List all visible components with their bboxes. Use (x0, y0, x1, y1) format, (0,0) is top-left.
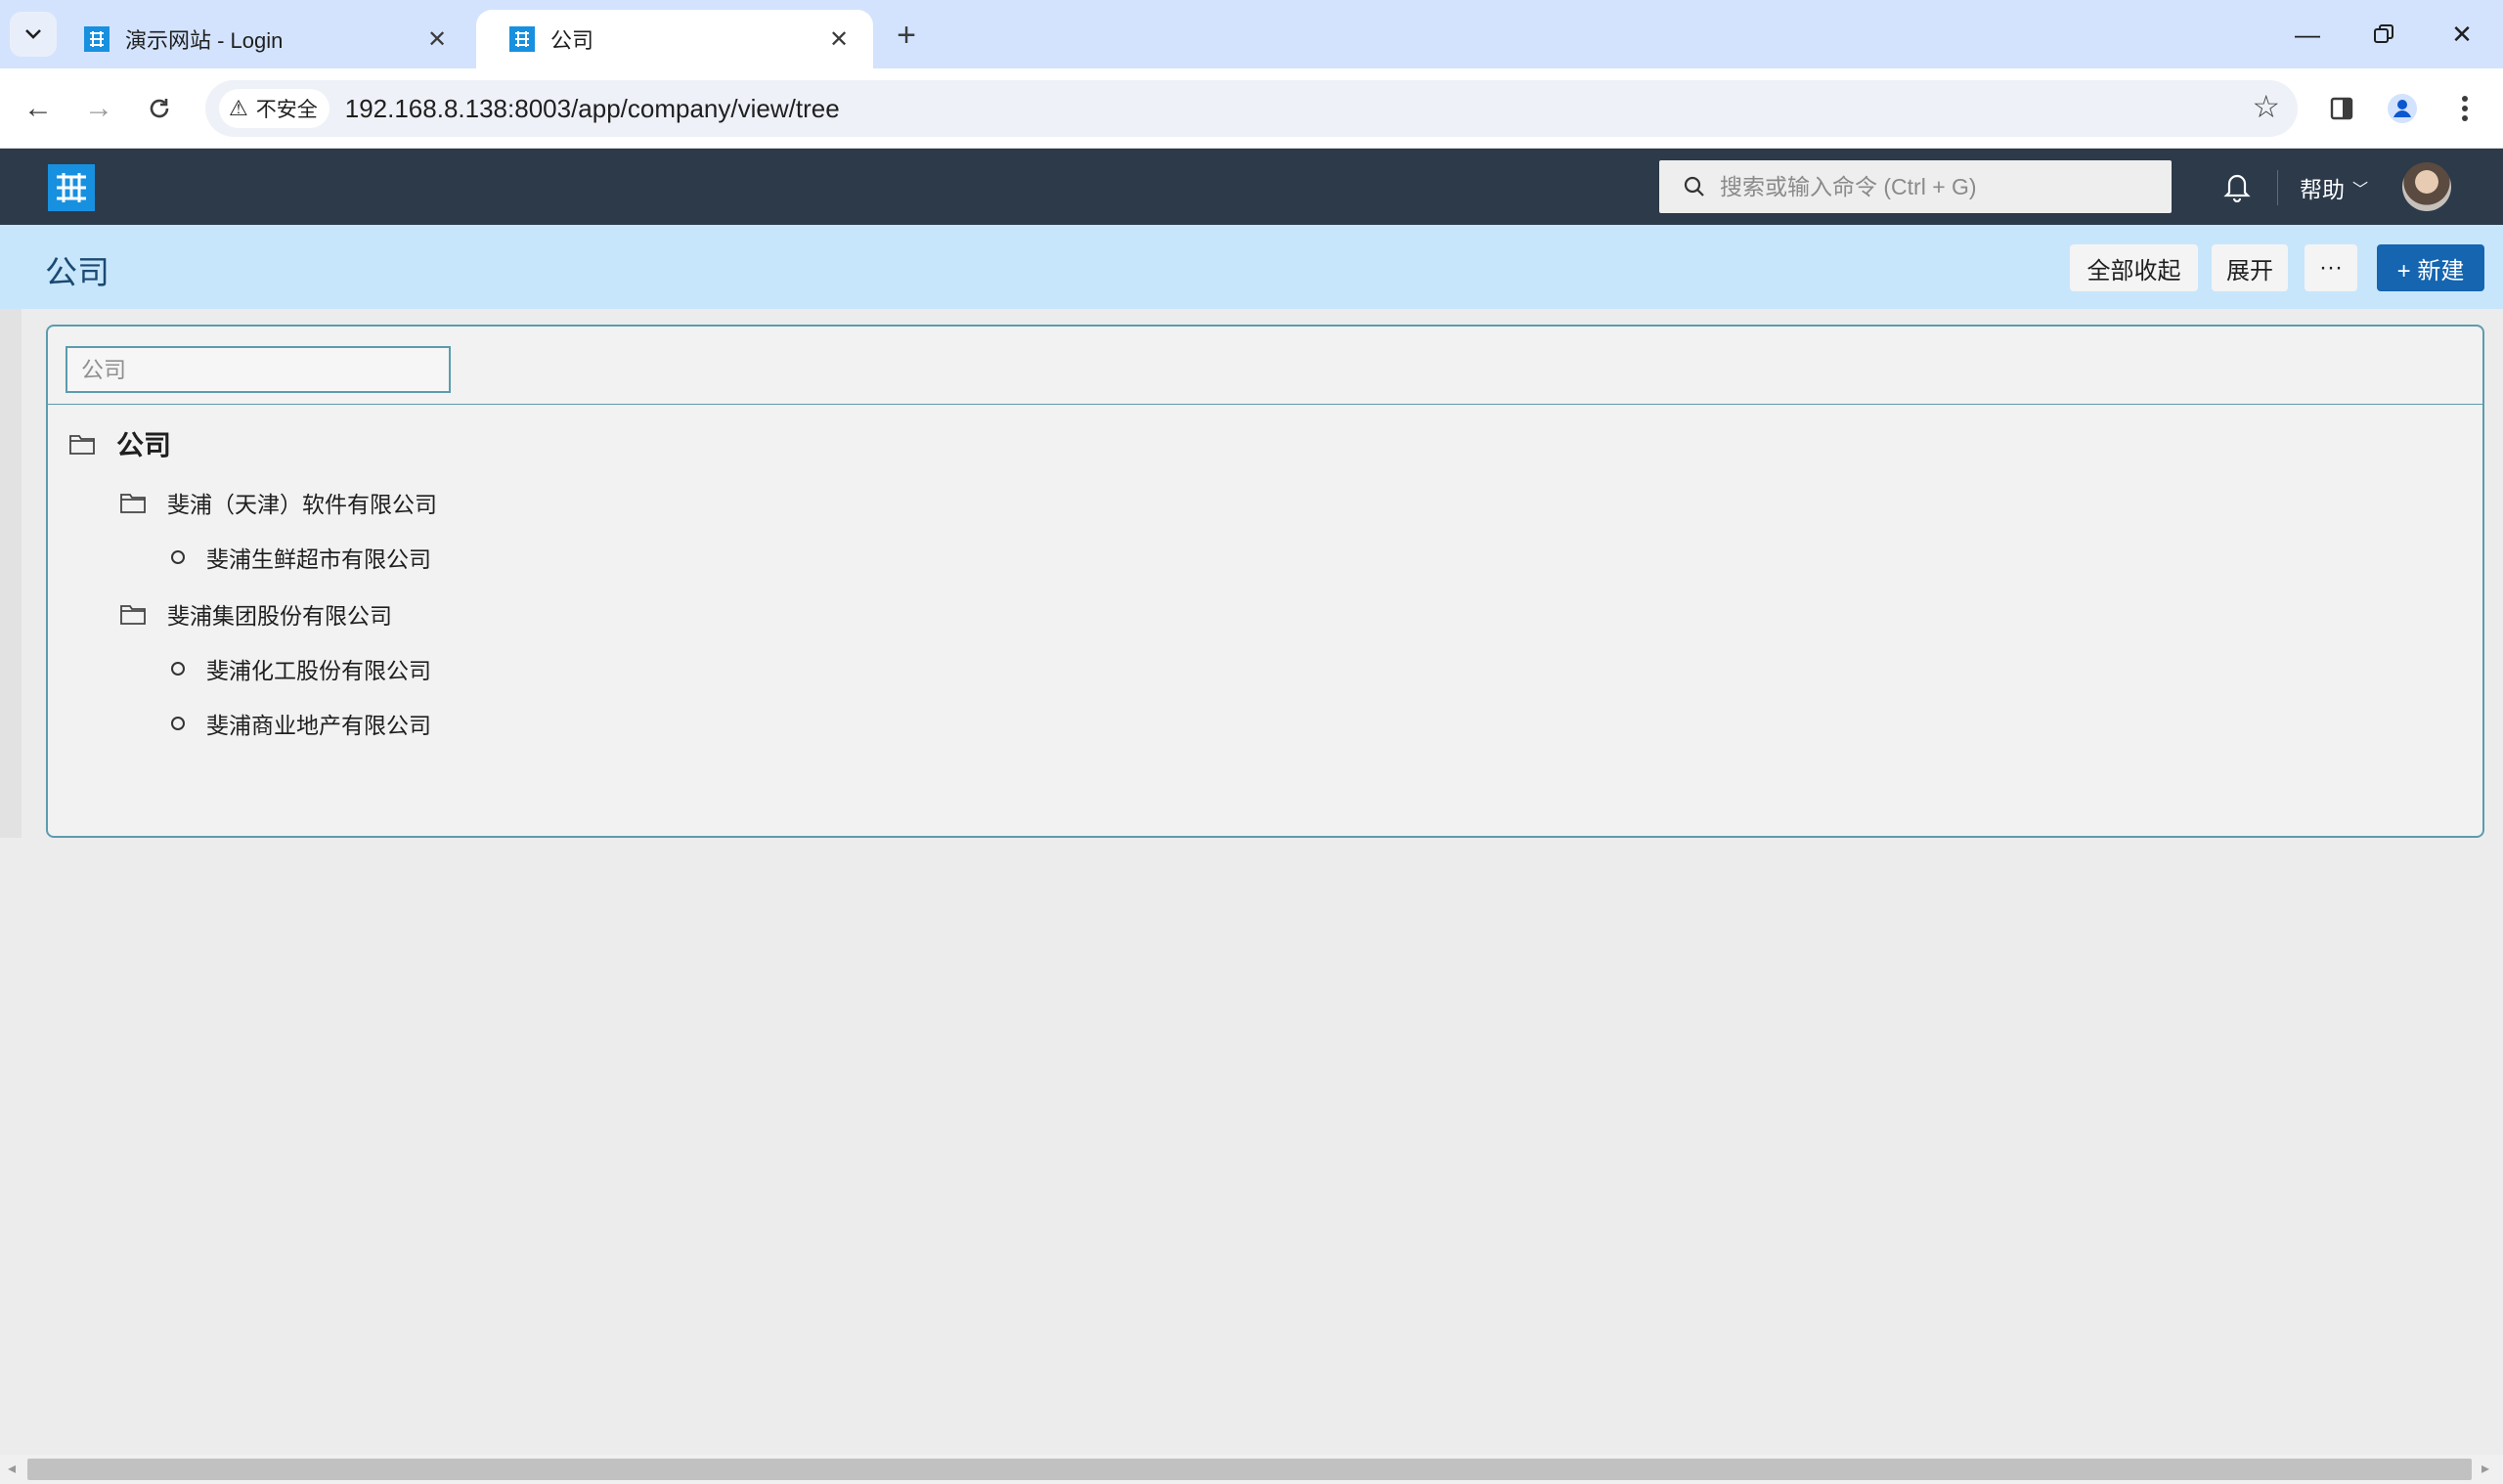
page-title: 公司 (45, 254, 110, 290)
tree-node-label: 斐浦生鲜超市有限公司 (206, 546, 431, 572)
window-close-icon[interactable]: ✕ (2435, 10, 2489, 59)
minimize-icon[interactable]: — (2280, 10, 2335, 59)
header-divider (2277, 170, 2278, 205)
scrollbar-thumb[interactable] (27, 1459, 2472, 1480)
new-button[interactable]: + 新建 (2377, 244, 2484, 291)
profile-icon[interactable] (2380, 86, 2425, 131)
tree-node[interactable]: 斐浦生鲜超市有限公司 (171, 538, 431, 577)
page-header: 公司 全部收起 展开 ··· + 新建 (0, 225, 2503, 309)
site-favicon-icon (509, 26, 535, 52)
warning-icon: ⚠ (229, 96, 248, 120)
chevron-down-icon (25, 29, 41, 39)
tree-node-label: 斐浦（天津）软件有限公司 (167, 492, 437, 517)
restore-icon[interactable] (2356, 10, 2411, 59)
app-header: 帮助 ﹀ (0, 149, 2503, 225)
tree-node[interactable]: 斐浦商业地产有限公司 (171, 704, 431, 743)
security-label: 不安全 (255, 99, 318, 121)
search-input[interactable] (1720, 173, 2150, 200)
leaf-circle-icon (171, 717, 185, 730)
tab-login[interactable]: 演示网站 - Login ✕ (51, 10, 471, 68)
more-vert-icon[interactable] (2442, 86, 2487, 131)
tree-node-label: 斐浦商业地产有限公司 (206, 713, 431, 738)
close-icon[interactable]: ✕ (824, 24, 854, 54)
tab-title: 公司 (550, 28, 594, 53)
app-logo-icon[interactable] (48, 164, 95, 211)
help-menu[interactable]: 帮助 ﹀ (2300, 170, 2368, 205)
user-avatar[interactable] (2402, 162, 2451, 211)
bookmark-star-icon[interactable]: ☆ (2252, 88, 2280, 125)
forward-arrow-icon[interactable]: → (76, 86, 121, 131)
horizontal-scrollbar[interactable]: ◂ ▸ (0, 1455, 2503, 1484)
left-gutter (0, 309, 22, 838)
leaf-circle-icon (171, 550, 185, 564)
tree-toolbar (48, 327, 2482, 405)
tab-search-button[interactable] (10, 12, 57, 57)
security-chip[interactable]: ⚠ 不安全 (219, 89, 329, 128)
tree-node-label: 斐浦化工股份有限公司 (206, 658, 431, 683)
folder-icon (118, 490, 148, 515)
help-label: 帮助 (2300, 177, 2345, 202)
browser-address-bar: ← → ⚠ 不安全 192.168.8.138:8003/app/company… (0, 68, 2503, 149)
url-text[interactable]: 192.168.8.138:8003/app/company/view/tree (345, 94, 840, 124)
company-tree-panel: 公司 斐浦（天津）软件有限公司 斐浦生鲜超市有限公司 斐浦集团股份有限公司 斐浦… (46, 325, 2484, 838)
site-favicon-icon (84, 26, 110, 52)
tree-node[interactable]: 斐浦集团股份有限公司 (118, 594, 392, 633)
more-actions-button[interactable]: ··· (2305, 244, 2357, 291)
tree-node-label: 斐浦集团股份有限公司 (167, 603, 392, 629)
notification-bell-icon[interactable] (2219, 168, 2255, 205)
expand-button[interactable]: 展开 (2212, 244, 2288, 291)
reload-icon[interactable] (137, 86, 182, 131)
leaf-circle-icon (171, 662, 185, 676)
folder-icon (67, 431, 97, 457)
tab-company[interactable]: 公司 ✕ (476, 10, 873, 68)
browser-tab-bar: 演示网站 - Login ✕ 公司 ✕ + — ✕ (0, 0, 2503, 68)
close-icon[interactable]: ✕ (422, 24, 452, 54)
folder-icon (118, 601, 148, 627)
scroll-left-arrow-icon[interactable]: ◂ (8, 1459, 16, 1478)
tree-node-label: 公司 (116, 430, 172, 460)
tree-node[interactable]: 斐浦化工股份有限公司 (171, 649, 431, 688)
tree-node[interactable]: 斐浦（天津）软件有限公司 (118, 483, 437, 522)
tab-title: 演示网站 - Login (125, 28, 284, 53)
tree-filter-input[interactable] (66, 346, 451, 393)
new-tab-plus-icon[interactable]: + (885, 14, 928, 57)
omnibox[interactable]: ⚠ 不安全 192.168.8.138:8003/app/company/vie… (205, 80, 2298, 137)
tree-node-root[interactable]: 公司 (67, 424, 171, 463)
chevron-down-icon: ﹀ (2352, 182, 2369, 198)
side-panel-icon[interactable] (2319, 86, 2364, 131)
scroll-right-arrow-icon[interactable]: ▸ (2481, 1459, 2489, 1478)
collapse-all-button[interactable]: 全部收起 (2070, 244, 2198, 291)
search-icon (1681, 173, 1708, 200)
back-arrow-icon[interactable]: ← (16, 86, 61, 131)
command-search[interactable] (1659, 160, 2172, 213)
